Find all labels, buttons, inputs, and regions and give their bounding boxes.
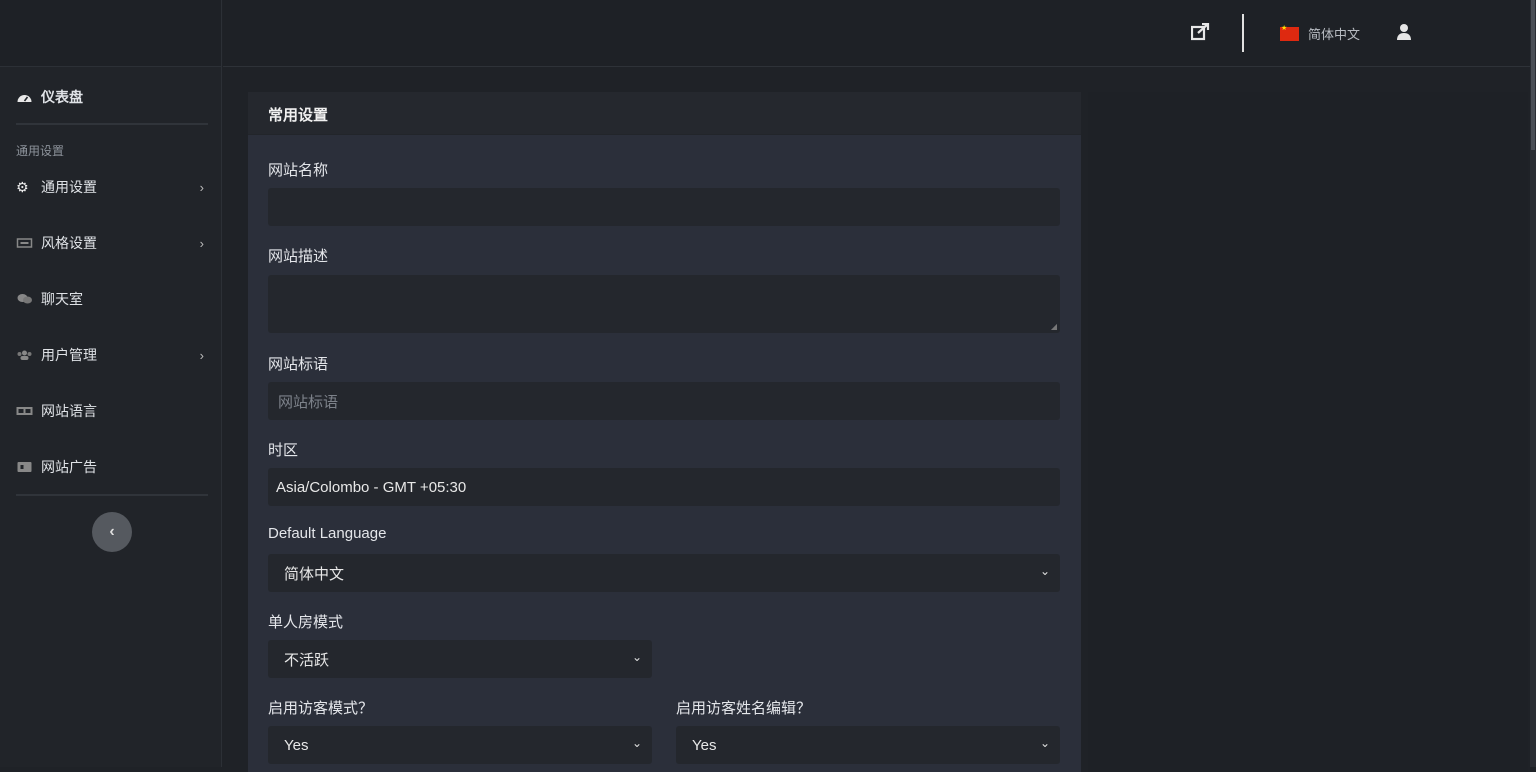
user-icon[interactable] <box>1396 23 1412 41</box>
guest-name-edit-value: Yes <box>692 736 717 754</box>
logo[interactable] <box>0 0 221 67</box>
header-divider <box>1242 14 1244 52</box>
sidebar-item-site-ads[interactable]: 网站广告 <box>16 455 206 479</box>
china-flag-icon <box>1280 24 1299 41</box>
theme-icon <box>16 238 33 248</box>
site-name-label: 网站名称 <box>268 162 329 179</box>
chevron-down-icon: ⌄ <box>1039 564 1050 578</box>
default-language-label: Default Language <box>268 525 387 542</box>
divider <box>16 123 208 125</box>
ad-icon <box>17 462 32 472</box>
sidebar-item-label: 仪表盘 <box>41 89 83 105</box>
sidebar-item-general-settings[interactable]: ⚙ 通用设置 › <box>16 175 206 199</box>
sidebar-item-site-language[interactable]: 网站语言 <box>16 399 206 423</box>
guest-mode-value: Yes <box>284 736 309 754</box>
single-room-mode-value: 不活跃 <box>284 651 330 669</box>
timezone-select[interactable]: Asia/Colombo - GMT +05:30 <box>268 468 1060 506</box>
sidebar-item-label: 通用设置 <box>41 179 97 195</box>
users-icon <box>17 350 32 360</box>
chat-icon <box>17 294 32 304</box>
sidebar-item-theme-settings[interactable]: 风格设置 › <box>16 231 206 255</box>
sidebar-item-dashboard[interactable]: 仪表盘 <box>16 85 206 109</box>
guest-name-edit-label: 启用访客姓名编辑？ <box>676 700 812 717</box>
collapse-sidebar-button[interactable]: ‹ <box>92 512 132 552</box>
empty-panel <box>1088 92 1528 772</box>
language-label: 简体中文 <box>1308 27 1361 42</box>
chevron-left-icon: ‹ <box>109 523 115 540</box>
site-name-input[interactable] <box>268 188 1060 226</box>
chevron-right-icon: › <box>199 179 204 195</box>
language-icon <box>16 407 33 415</box>
site-description-textarea[interactable]: ◢ <box>268 275 1060 333</box>
card-title: 常用设置 <box>248 92 1081 135</box>
guest-mode-label: 启用访客模式？ <box>268 700 374 717</box>
guest-name-edit-select[interactable]: Yes ⌄ <box>676 726 1060 764</box>
sidebar-item-label: 用户管理 <box>41 347 97 363</box>
section-label: 通用设置 <box>16 144 65 158</box>
slogan-input[interactable]: 网站标语 <box>268 382 1060 420</box>
chevron-down-icon: ⌄ <box>631 650 642 664</box>
divider <box>16 494 208 496</box>
single-room-mode-label: 单人房模式 <box>268 614 344 631</box>
scrollbar[interactable] <box>1530 0 1536 767</box>
sidebar-item-chatroom[interactable]: 聊天室 <box>16 287 206 311</box>
guest-mode-select[interactable]: Yes ⌄ <box>268 726 652 764</box>
resize-handle[interactable]: ◢ <box>1051 322 1057 331</box>
dashboard-icon <box>17 95 32 102</box>
language-switcher[interactable]: 简体中文 <box>1280 24 1360 43</box>
sidebar-item-label: 网站广告 <box>41 459 97 475</box>
chevron-right-icon: › <box>199 347 204 363</box>
timezone-label: 时区 <box>268 442 299 459</box>
general-settings-card: 常用设置 网站名称 网站描述 ◢ 网站标语 网站标语 时区 Asia/Colom… <box>248 92 1081 772</box>
sidebar-item-label: 聊天室 <box>41 291 83 307</box>
default-language-select[interactable]: 简体中文 ⌄ <box>268 554 1060 592</box>
external-link-icon[interactable] <box>1191 23 1211 41</box>
site-description-label: 网站描述 <box>268 248 329 265</box>
default-language-value: 简体中文 <box>284 565 345 583</box>
chevron-down-icon: ⌄ <box>631 736 642 750</box>
sidebar: 仪表盘 通用设置 ⚙ 通用设置 › 风格设置 › 聊天室 用户管理 › 网站语言… <box>0 0 222 767</box>
sidebar-item-label: 网站语言 <box>41 403 97 419</box>
chevron-right-icon: › <box>199 235 204 251</box>
slogan-label: 网站标语 <box>268 356 329 373</box>
single-room-mode-select[interactable]: 不活跃 ⌄ <box>268 640 652 678</box>
sidebar-item-label: 风格设置 <box>41 235 97 251</box>
sidebar-item-user-management[interactable]: 用户管理 › <box>16 343 206 367</box>
chevron-down-icon: ⌄ <box>1039 736 1050 750</box>
gear-icon: ⚙ <box>16 179 29 195</box>
